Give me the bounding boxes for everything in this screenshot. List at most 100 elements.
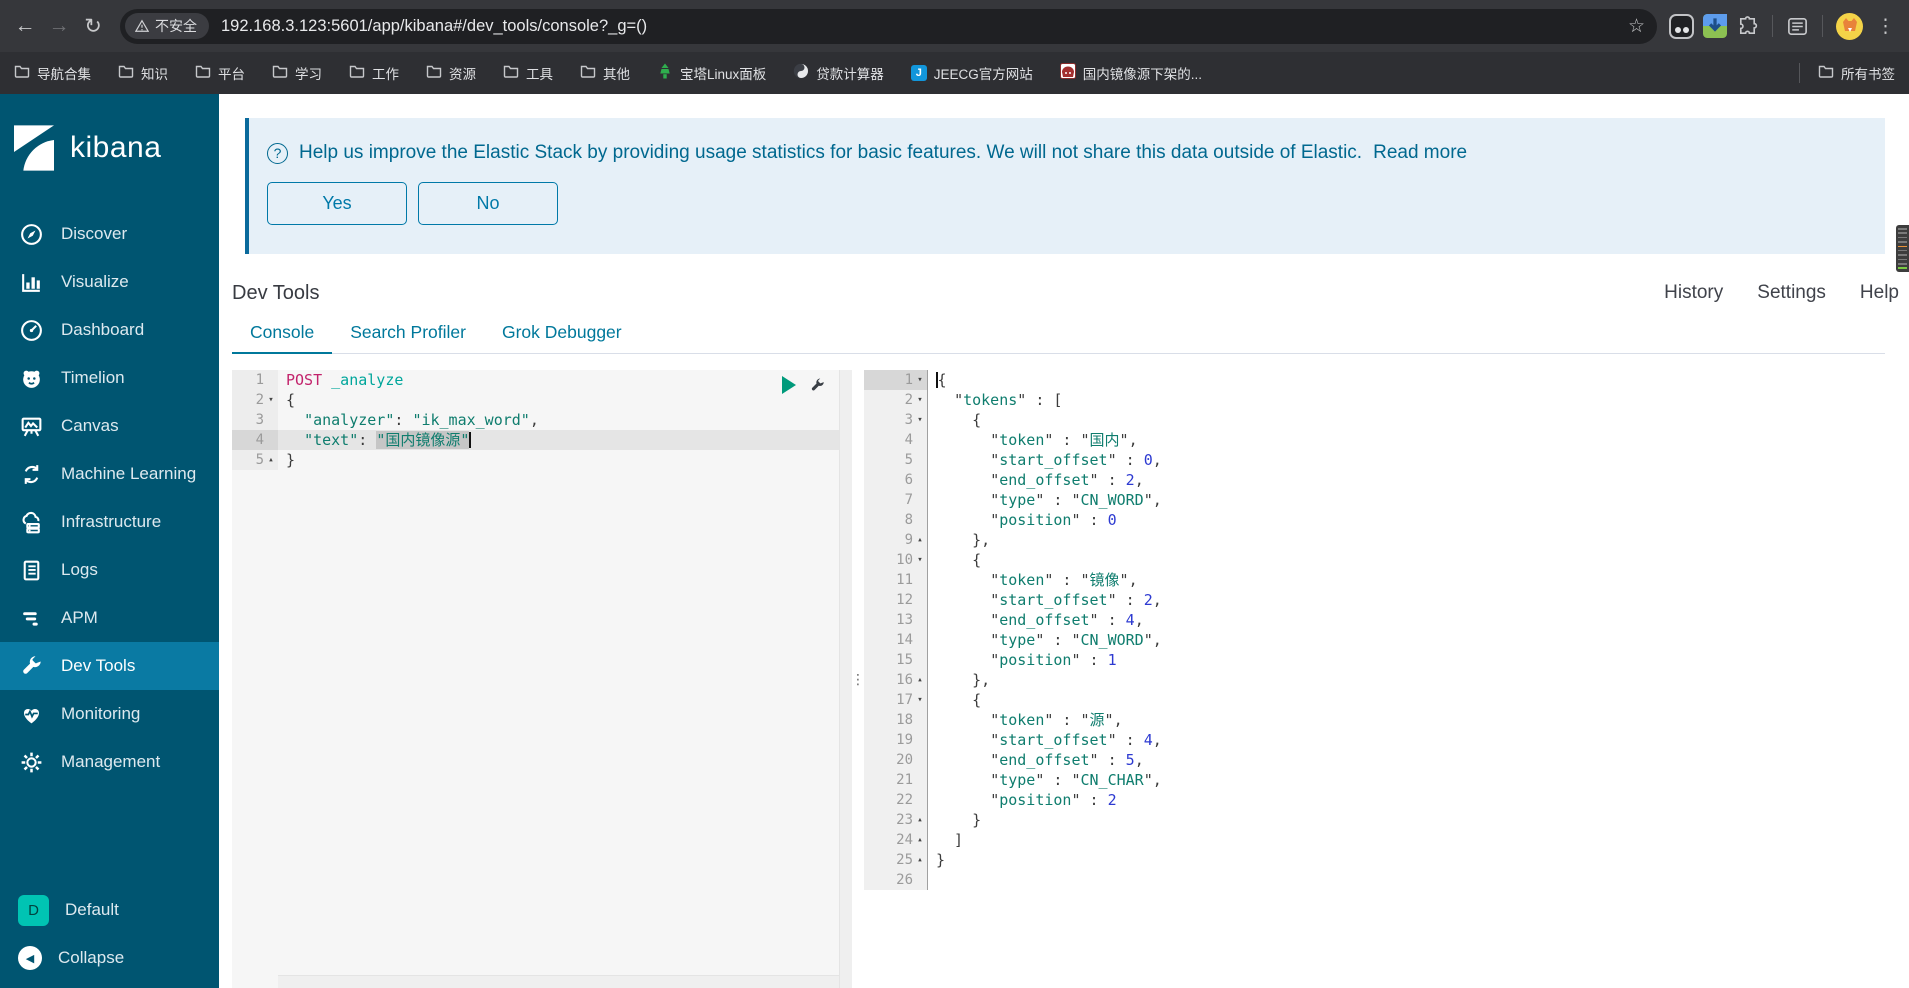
settings-button[interactable]: Settings [1757,282,1826,304]
bookmark-item[interactable]: 其他 [580,63,630,84]
sidebar-item-label: Canvas [61,416,119,435]
toolbar-divider [1822,15,1823,37]
sidebar-item-infrastructure[interactable]: Infrastructure [0,498,219,546]
fold-expand-icon[interactable]: ▴ [913,830,927,850]
sidebar-item-visualize[interactable]: Visualize [0,258,219,306]
security-badge[interactable]: 不安全 [125,13,209,39]
no-button[interactable]: No [418,182,558,225]
url-bar[interactable]: 不安全 192.168.3.123:5601/app/kibana#/dev_t… [120,8,1657,44]
sidebar-item-management[interactable]: Management [0,738,219,786]
sidebar-item-timelion[interactable]: Timelion [0,354,219,402]
fold-expand-icon[interactable]: ▴ [913,810,927,830]
forward-icon[interactable]: → [42,9,76,43]
code-line: "analyzer": "ik_max_word", [304,411,539,429]
sidebar-item-discover[interactable]: Discover [0,210,219,258]
bookmark-item[interactable]: J JEECG官方网站 [910,63,1033,83]
proxy-extension-icon[interactable] [1669,13,1694,39]
bookmark-item[interactable]: 工具 [503,63,553,84]
sidebar-item-label: Machine Learning [61,464,197,483]
fold-expand-icon[interactable]: ▴ [913,530,927,550]
send-request-button[interactable] [782,376,796,394]
line-number: 15 [864,650,928,670]
yes-button[interactable]: Yes [267,182,407,225]
fold-collapse-icon[interactable]: ▾ [913,690,927,710]
code-line: "type" : "CN_WORD", [990,631,1162,649]
fold-collapse-icon[interactable]: ▾ [913,370,927,390]
line-number: 14 [864,630,928,650]
sidebar-item-canvas[interactable]: Canvas [0,402,219,450]
line-number: 13 [864,610,928,630]
bookmark-item[interactable]: 导航合集 [14,63,91,84]
fold-expand-icon[interactable]: ▴ [913,850,927,870]
code-row: 2 ▾ "tokens" : [ [864,390,1909,410]
page-title: Dev Tools [232,281,320,304]
profile-avatar[interactable] [1836,12,1863,40]
telemetry-banner: ? Help us improve the Elastic Stack by p… [245,118,1885,254]
sidebar-item-machine-learning[interactable]: Machine Learning [0,450,219,498]
kibana-sidebar: kibana Discover Visualize Dashboard Timelio… [0,94,219,988]
bookmark-label: JEECG官方网站 [933,67,1033,82]
sidebar-item-apm[interactable]: APM [0,594,219,642]
bookmark-item[interactable]: 学习 [272,63,322,84]
pane-resize-handle[interactable]: ⋮ [851,370,865,988]
apm-icon [18,605,44,631]
download-extension-icon[interactable] [1703,14,1727,38]
line-number: 26 [864,870,928,890]
bookmark-item[interactable]: 贷款计算器 [793,63,884,84]
bookmark-label: 平台 [218,67,245,82]
read-more-link[interactable]: Read more [1373,142,1467,164]
bookmark-item[interactable]: 国内镜像源下架的... [1059,62,1202,84]
bookmark-item[interactable]: 工作 [349,63,399,84]
bookmark-item[interactable]: 资源 [426,63,476,84]
sidebar-item-logs[interactable]: Logs [0,546,219,594]
fold-collapse-icon[interactable]: ▾ [913,550,927,570]
sidebar-collapse-button[interactable]: ◀ Collapse [0,934,219,982]
sidebar-item-label: APM [61,608,98,627]
sidebar-item-label: Infrastructure [61,512,162,531]
console-response-viewer[interactable]: 1 ▾{2 ▾ "tokens" : [3 ▾ {4 "token" : "国内", 5… [864,370,1909,988]
bookmarks-divider [1799,63,1800,83]
all-bookmarks-folder[interactable]: 所有书签 [1818,63,1895,84]
sidebar-item-dev-tools[interactable]: Dev Tools [0,642,219,690]
help-button[interactable]: Help [1860,282,1899,304]
line-number: 24 ▴ [864,830,928,850]
browser-menu-icon[interactable]: ⋮ [1872,15,1899,38]
jeecg-favicon-icon: J [910,65,927,81]
bookmarks-bar: 导航合集 知识 平台 学习 工作 资源 工具 其他 宝塔Linux面板 贷款计算器 J JEECG官方… [0,52,1909,94]
reload-icon[interactable]: ↻ [76,9,110,43]
fold-expand-icon[interactable]: ▴ [913,670,927,690]
code-line: "start_offset" : 2, [990,591,1162,609]
fold-collapse-icon[interactable]: ▾ [913,390,927,410]
line-number: 3 ▾ [864,410,928,430]
kibana-logo[interactable]: kibana [0,94,219,180]
history-button[interactable]: History [1664,282,1723,304]
sidebar-item-dashboard[interactable]: Dashboard [0,306,219,354]
bookmark-star-icon[interactable]: ☆ [1628,15,1645,38]
tab-console[interactable]: Console [232,318,333,354]
fold-expand-icon[interactable]: ▴ [264,450,278,470]
bookmark-label: 工作 [372,67,399,82]
sidebar-item-monitoring[interactable]: Monitoring [0,690,219,738]
fold-collapse-icon[interactable]: ▾ [264,390,278,410]
back-icon[interactable]: ← [8,9,42,43]
line-number: 20 [864,750,928,770]
bookmark-item[interactable]: 宝塔Linux面板 [657,63,766,84]
reading-list-icon[interactable] [1786,15,1809,38]
calc-favicon-icon [793,63,809,84]
tab-grok-debugger[interactable]: Grok Debugger [484,318,640,353]
tab-search-profiler[interactable]: Search Profiler [332,318,484,353]
scroll-marker-widget[interactable] [1896,225,1909,272]
line-number: 10 ▾ [864,550,928,570]
space-label: Default [65,900,119,919]
code-row: 24 ▴ ] [864,830,1909,850]
fold-collapse-icon[interactable]: ▾ [913,410,927,430]
console-request-editor[interactable]: 1 POST _analyze 2 ▾ {3 "analyzer": "ik_max_w… [232,370,852,988]
request-wrench-icon[interactable] [809,377,826,394]
browser-chrome: ← → ↻ 不安全 192.168.3.123:5601/app/kibana#… [0,0,1909,94]
space-selector-default[interactable]: D Default [0,886,219,934]
folder-icon [195,63,211,84]
bookmark-label: 宝塔Linux面板 [680,67,767,82]
bookmark-item[interactable]: 平台 [195,63,245,84]
bookmark-item[interactable]: 知识 [118,63,168,84]
extensions-puzzle-icon[interactable] [1736,15,1759,38]
